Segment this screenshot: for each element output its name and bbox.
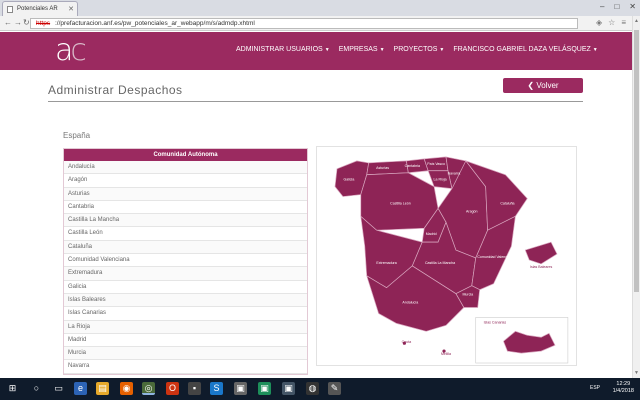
map-label-cataluna: Cataluña	[500, 201, 514, 205]
chrome-icon[interactable]: ◎	[142, 382, 155, 395]
menu-icon[interactable]: ≡	[621, 18, 626, 27]
table-row[interactable]: Cantabria	[64, 200, 307, 215]
table-row[interactable]: Murcia	[64, 347, 307, 361]
app-icon[interactable]: ▣	[282, 382, 295, 395]
spain-map-svg: Galicia Asturias Cantabria País Vasco Navarr…	[334, 156, 569, 364]
table-row[interactable]: Asturias	[64, 187, 307, 201]
file-explorer-icon[interactable]: ▤	[96, 382, 109, 395]
caret-down-icon: ▼	[324, 47, 330, 53]
title-divider	[48, 101, 583, 102]
task-view-icon[interactable]: ▭	[52, 382, 65, 395]
map-label-andalucia: Andalucía	[402, 301, 418, 305]
app-icon[interactable]: ◍	[306, 382, 319, 395]
windows-start-icon[interactable]: ⊞	[6, 382, 19, 395]
table-row[interactable]: Islas Canarias	[64, 307, 307, 321]
map-label-melilla: Melilla	[441, 352, 451, 356]
table-row[interactable]: Madrid	[64, 333, 307, 348]
firefox-icon[interactable]: ◉	[120, 382, 133, 395]
window-controls: – □ ✕	[600, 2, 636, 11]
windows-taskbar: ⊞ ○ ▭ e ▤ ◉ ◎ O ▪ S ▣ ▣ ▣ ◍ ✎ ESP 12:29 …	[0, 378, 640, 400]
map-label-pais-vasco: País Vasco	[427, 162, 445, 166]
table-row[interactable]: Extremadura	[64, 267, 307, 281]
table-row[interactable]: Navarra	[64, 360, 307, 374]
back-arrow-icon[interactable]: ←	[4, 18, 12, 27]
map-label-canarias: Islas Canarias	[484, 320, 507, 324]
shield-icon[interactable]: ◈	[596, 18, 602, 27]
minimize-icon[interactable]: –	[600, 2, 604, 11]
close-tab-icon[interactable]: ✕	[68, 5, 74, 13]
caret-down-icon: ▼	[379, 47, 385, 53]
table-row[interactable]: Castilla La Mancha	[64, 214, 307, 228]
page-scrollbar[interactable]: ▲ ▼	[632, 16, 640, 378]
map-label-cantabria: Cantabria	[405, 164, 420, 168]
country-label: España	[63, 131, 91, 140]
map-label-la-rioja: La Rioja	[434, 178, 447, 182]
page-icon	[7, 6, 13, 13]
map-label-navarra: Navarra	[448, 172, 461, 176]
map-label-murcia: Murcia	[462, 293, 473, 297]
address-bar: ← → ↻ https ://prefacturacion.anf.es/pw_…	[0, 16, 632, 31]
map-label-extremadura: Extremadura	[376, 261, 396, 265]
nav-empresas[interactable]: EMPRESAS ▼	[339, 46, 385, 53]
nav-user-menu[interactable]: FRANCISCO GABRIEL DAZA VELÁSQUEZ ▼	[453, 46, 597, 53]
close-window-icon[interactable]: ✕	[629, 2, 636, 11]
table-row[interactable]: Comunidad Valenciana	[64, 254, 307, 268]
top-navigation: ADMINISTRAR USUARIOS ▼ EMPRESAS ▼ PROYECTO…	[236, 46, 598, 53]
map-region-baleares[interactable]	[524, 241, 558, 265]
caret-down-icon: ▼	[439, 47, 445, 53]
url-path: ://prefacturacion.anf.es/pw_potenciales_…	[55, 20, 255, 27]
table-row[interactable]: Cataluña	[64, 240, 307, 255]
page-title: Administrar Despachos	[48, 83, 183, 97]
nav-administrar-usuarios[interactable]: ADMINISTRAR USUARIOS ▼	[236, 46, 330, 53]
spain-map: Galicia Asturias Cantabria País Vasco Navarr…	[316, 146, 577, 366]
map-label-castilla-mancha: Castilla La Mancha	[425, 261, 455, 265]
url-scheme: https	[36, 20, 51, 27]
tab-title: Potenciales AR	[17, 6, 58, 12]
browser-toolbar-icons: ◈ ☆ ≡	[596, 18, 626, 27]
table-row[interactable]: Islas Baleares	[64, 293, 307, 308]
map-label-valenciana: Comunidad Valenciana	[477, 255, 513, 259]
app-header: ac ADMINISTRAR USUARIOS ▼ EMPRESAS ▼ PROYE…	[0, 32, 632, 70]
map-label-galicia: Galicia	[343, 178, 354, 182]
map-label-castilla-leon: Castilla León	[390, 201, 411, 205]
app-icon[interactable]: ▣	[234, 382, 247, 395]
map-label-asturias: Asturias	[376, 166, 389, 170]
maximize-icon[interactable]: □	[614, 2, 619, 11]
clock[interactable]: 12:29 1/4/2018	[613, 381, 634, 395]
opera-icon[interactable]: O	[166, 382, 179, 395]
table-row[interactable]: Andalucía	[64, 161, 307, 175]
search-icon[interactable]: ○	[30, 382, 43, 395]
map-region-canarias[interactable]	[503, 330, 556, 354]
table-header: Comunidad Autónoma	[64, 149, 307, 161]
language-indicator[interactable]: ESP	[590, 385, 600, 391]
scroll-up-icon[interactable]: ▲	[634, 18, 639, 24]
caret-down-icon: ▼	[592, 47, 598, 53]
app-icon[interactable]: ▣	[258, 382, 271, 395]
scroll-thumb[interactable]	[634, 30, 639, 292]
nav-proyectos[interactable]: PROYECTOS ▼	[394, 46, 445, 53]
url-input[interactable]: https ://prefacturacion.anf.es/pw_potenc…	[30, 18, 578, 29]
table-row[interactable]: Galicia	[64, 280, 307, 294]
map-label-ceuta: Ceuta	[402, 340, 411, 344]
browser-tab[interactable]: Potenciales AR ✕	[2, 1, 78, 16]
app-icon[interactable]: ▪	[188, 382, 201, 395]
map-label-aragon: Aragón	[466, 209, 477, 213]
back-button[interactable]: ❮ Volver	[503, 78, 583, 93]
bookmark-star-icon[interactable]: ☆	[608, 18, 615, 27]
table-row[interactable]: Aragón	[64, 174, 307, 188]
browser-tab-strip: Potenciales AR ✕ – □ ✕	[0, 0, 640, 16]
map-label-baleares: Islas Baleares	[530, 265, 553, 269]
table-row[interactable]: La Rioja	[64, 320, 307, 334]
table-row[interactable]: Castilla León	[64, 227, 307, 241]
map-label-madrid: Madrid	[426, 232, 437, 236]
app-icon[interactable]: ✎	[328, 382, 341, 395]
forward-arrow-icon[interactable]: →	[14, 18, 22, 27]
scroll-down-icon[interactable]: ▼	[634, 370, 639, 376]
chevron-left-icon: ❮	[527, 81, 537, 90]
app-logo[interactable]: ac	[55, 36, 87, 66]
skype-icon[interactable]: S	[210, 382, 223, 395]
edge-icon[interactable]: e	[74, 382, 87, 395]
region-table: Comunidad Autónoma Andalucía Aragón Asturi…	[63, 148, 308, 375]
reload-icon[interactable]: ↻	[23, 18, 30, 27]
